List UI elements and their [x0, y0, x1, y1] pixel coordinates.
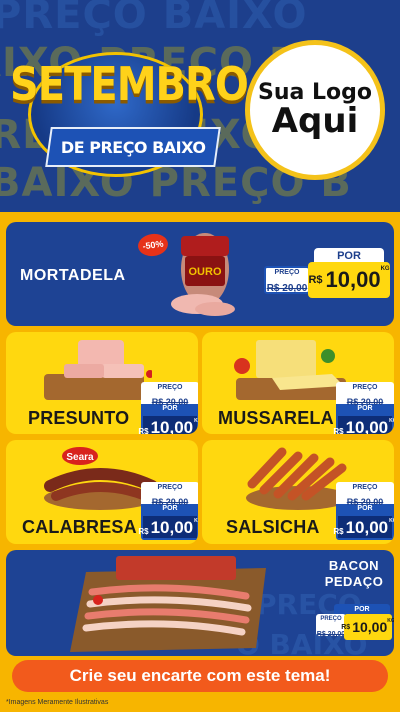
brand-label: OURO: [189, 266, 222, 278]
unit: KG: [389, 418, 394, 424]
featured-price-tag: POR PREÇO R$ 20,00 R$ 10,00 KG: [264, 248, 394, 300]
campaign-subtitle: DE PREÇO BAIXO: [60, 137, 206, 157]
unit: KG: [194, 518, 198, 524]
price-tag: POR PREÇO R$ 20,00 R$ 10,00 KG: [316, 602, 394, 652]
product-card-bacon[interactable]: PREÇO O BAIXO BACON PEDAÇO POR PREÇO R$ …: [6, 550, 394, 656]
product-name: SALSICHA: [226, 517, 320, 537]
unit: KG: [389, 518, 394, 524]
por-label: POR: [141, 504, 198, 514]
currency: R$: [138, 427, 149, 434]
old-price-label: PREÇO: [320, 616, 342, 622]
new-price: 10,00: [150, 418, 194, 434]
currency: R$: [138, 527, 149, 536]
por-label: POR: [336, 404, 394, 414]
product-card[interactable]: Seara PREÇO R$ 20,00 POR R$ 10,00 KG CAL…: [6, 440, 198, 544]
product-name: PRESUNTO: [28, 408, 130, 428]
old-price-label: PREÇO: [352, 484, 378, 491]
new-price: 10,00: [352, 619, 388, 635]
cta-button[interactable]: Crie seu encarte com este tema!: [12, 660, 388, 692]
product-name-line1: BACON: [328, 558, 380, 573]
brand-logo: Seara: [66, 452, 94, 463]
campaign-title-badge: SETEMBRO DE PREÇO BAIXO: [10, 52, 249, 182]
new-price-box: R$ 10,00 KG: [308, 262, 390, 298]
new-price-box: R$ 10,00 KG: [341, 614, 394, 640]
logo-placeholder[interactable]: Sua Logo Aqui: [245, 40, 385, 180]
old-price: R$ 20,00: [316, 631, 346, 638]
por-label: POR: [336, 504, 394, 514]
currency: R$: [333, 527, 344, 536]
old-price-box: PREÇO R$ 20,00: [264, 266, 310, 294]
currency: R$: [341, 623, 351, 631]
new-price: 10,00: [150, 518, 194, 537]
price-tag: PREÇO R$ 20,00 POR R$ 10,00 KG: [138, 482, 198, 540]
new-price: 10,00: [345, 518, 389, 537]
subtitle-ribbon: DE PREÇO BAIXO: [45, 127, 221, 167]
flyer-page: PREÇO BAIXO AIXO PREÇO B PREÇO BAIXO BAI…: [0, 0, 400, 712]
header-banner: PREÇO BAIXO AIXO PREÇO B PREÇO BAIXO BAI…: [0, 0, 400, 212]
old-price-box: PREÇO R$ 20,00: [336, 482, 394, 507]
old-price-box: PREÇO R$ 20,00: [141, 382, 198, 407]
mortadela-image: OURO: [171, 233, 235, 316]
unit: KG: [194, 418, 198, 424]
disclaimer: *Imagens Meramente Ilustrativas: [6, 699, 109, 706]
price-tag: PREÇO R$ 20,00 POR R$ 10,00 KG: [138, 382, 198, 434]
price-tag: PREÇO R$ 20,00 POR R$ 10,00 KG: [333, 382, 394, 434]
new-price: 10,00: [325, 267, 381, 292]
old-price-box: PREÇO R$ 20,00: [141, 482, 198, 507]
product-name-line2: PEDAÇO: [324, 573, 384, 589]
new-price-box: R$ 10,00 KG: [138, 514, 198, 540]
new-price: 10,00: [345, 418, 389, 434]
old-price-label: PREÇO: [157, 484, 183, 491]
new-price-box: R$ 10,00 KG: [333, 414, 394, 434]
product-name: BACON PEDAÇO: [324, 558, 384, 589]
old-price: R$ 20,00: [266, 283, 308, 294]
background-text: PREÇO BAIXO: [0, 0, 308, 38]
presunto-image: [44, 340, 152, 400]
unit: KG: [387, 618, 394, 624]
product-card[interactable]: PREÇO R$ 20,00 POR R$ 10,00 KG SALSICHA: [202, 440, 394, 544]
mussarela-image: [234, 340, 346, 400]
product-card[interactable]: PREÇO R$ 20,00 POR R$ 10,00 KG MUSSARELA: [202, 332, 394, 434]
new-price-box: R$ 10,00 KG: [333, 514, 394, 540]
old-price-box: PREÇO R$ 20,00: [336, 382, 394, 407]
currency: R$: [333, 427, 344, 434]
campaign-title: SETEMBRO: [10, 58, 249, 112]
product-name: CALABRESA: [22, 517, 137, 537]
por-label: POR: [141, 404, 198, 414]
old-price-label: PREÇO: [352, 384, 378, 391]
new-price-box: R$ 10,00 KG: [138, 414, 198, 434]
currency: R$: [308, 274, 323, 286]
product-name: MUSSARELA: [218, 408, 334, 428]
unit: KG: [380, 266, 390, 272]
product-card[interactable]: PREÇO R$ 20,00 POR R$ 10,00 KG PRESUNTO: [6, 332, 198, 434]
bacon-image: [70, 556, 266, 652]
price-tag: PREÇO R$ 20,00 POR R$ 10,00 KG: [333, 482, 394, 540]
product-name: MORTADELA: [20, 267, 126, 284]
old-price-label: PREÇO: [157, 384, 183, 391]
logo-text-line2: Aqui: [271, 100, 359, 141]
old-price-label: PREÇO: [274, 269, 300, 276]
